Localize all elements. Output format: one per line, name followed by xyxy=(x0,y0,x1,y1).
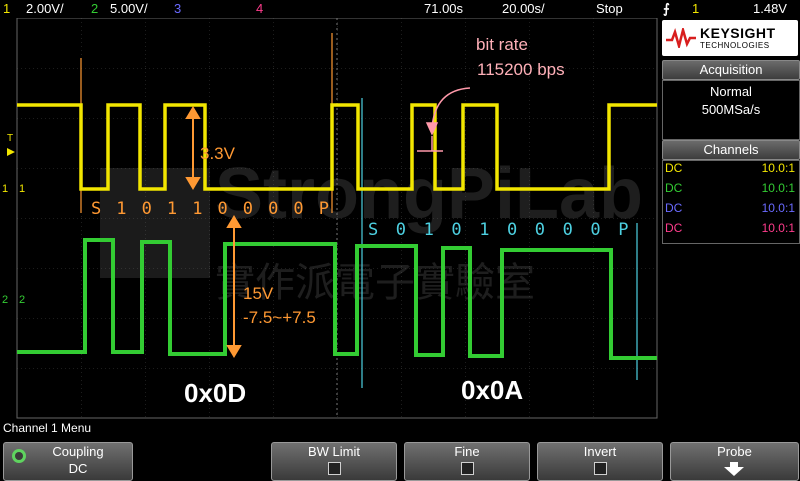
ch1-ground-label: 1 xyxy=(19,183,25,195)
ch1-ground-marker: 1 xyxy=(2,183,8,195)
ch1-scale[interactable]: 2.00V/ xyxy=(26,1,64,16)
ch3-probe: 10.0:1 xyxy=(761,201,795,215)
invert-checkbox[interactable] xyxy=(594,462,607,475)
rs232-range-label: -7.5~+7.5 xyxy=(243,308,316,327)
bw-limit-softkey[interactable]: BW Limit xyxy=(271,442,397,481)
ttl-bit-4: 1 xyxy=(192,199,202,219)
fine-label: Fine xyxy=(454,444,480,459)
bit-rate-value: 115200 bps xyxy=(477,60,565,79)
rs232-bit-7: 0 xyxy=(563,220,573,240)
ttl-bit-8: 0 xyxy=(293,199,303,219)
keysight-wave-icon xyxy=(666,28,696,48)
ch4-number[interactable]: 4 xyxy=(256,1,263,16)
ch2-number[interactable]: 2 xyxy=(91,1,98,16)
waveform-canvas: StrongPiLab 實作派電子實驗室 T 1 1 2 2 bit rate … xyxy=(0,17,660,420)
rs232-swing-label: 15V xyxy=(243,284,274,303)
ttl-bit-9: P xyxy=(319,199,329,219)
rs232-bit-8: 0 xyxy=(590,220,600,240)
bw-limit-checkbox[interactable] xyxy=(328,462,341,475)
brand-logo: KEYSIGHT TECHNOLOGIES xyxy=(662,20,798,56)
sample-rate: 500MSa/s xyxy=(701,102,761,117)
ch2-ground-label: 2 xyxy=(19,294,25,306)
menu-title: Channel 1 Menu xyxy=(3,421,92,435)
invert-softkey[interactable]: Invert xyxy=(537,442,663,481)
timebase-readout[interactable]: 20.00s/ xyxy=(502,1,545,16)
hex-value-2: 0x0A xyxy=(461,375,523,405)
fine-softkey[interactable]: Fine xyxy=(404,442,530,481)
rs232-bit-1: 0 xyxy=(396,220,406,240)
probe-label: Probe xyxy=(717,444,752,459)
ch4-probe: 10.0:1 xyxy=(761,221,795,235)
ch3-coupling: DC xyxy=(665,201,683,215)
trigger-level[interactable]: 1.48V xyxy=(753,1,787,16)
ttl-voltage-label: 3.3V xyxy=(200,144,236,163)
rs232-bit-4: 1 xyxy=(479,220,489,240)
coupling-label: Coupling xyxy=(52,444,104,459)
run-state: Stop xyxy=(596,1,623,16)
ttl-bit-5: 0 xyxy=(218,199,228,219)
acquisition-title[interactable]: Acquisition xyxy=(662,60,800,80)
submenu-arrow-icon xyxy=(724,462,744,476)
brand-name: KEYSIGHT xyxy=(700,25,776,41)
ttl-bit-2: 0 xyxy=(142,199,152,219)
ch2-ground-marker: 2 xyxy=(2,294,8,306)
ch4-coupling: DC xyxy=(665,221,683,235)
ttl-bit-1: 1 xyxy=(116,199,126,219)
ch2-coupling: DC xyxy=(665,181,683,195)
bw-limit-label: BW Limit xyxy=(308,444,360,459)
ttl-bit-0: S xyxy=(91,199,101,219)
acquisition-box: Normal 500MSa/s xyxy=(662,80,800,140)
ttl-bit-3: 1 xyxy=(167,199,177,219)
delay-readout[interactable]: 71.00s xyxy=(424,1,463,16)
ch1-probe: 10.0:1 xyxy=(761,161,795,175)
fine-checkbox[interactable] xyxy=(461,462,474,475)
rs232-bit-3: 0 xyxy=(451,220,461,240)
coupling-value: DC xyxy=(68,461,88,476)
ttl-bit-7: 0 xyxy=(268,199,278,219)
channels-box: DC 10.0:1 DC 10.0:1 DC 10.0:1 DC 10.0:1 xyxy=(662,160,800,244)
ch1-number[interactable]: 1 xyxy=(3,1,10,16)
rs232-bit-6: 0 xyxy=(535,220,545,240)
acquisition-mode: Normal xyxy=(710,84,752,99)
ttl-bit-6: 0 xyxy=(243,199,253,219)
ch3-number[interactable]: 3 xyxy=(174,1,181,16)
brand-subtitle: TECHNOLOGIES xyxy=(700,41,770,50)
probe-softkey[interactable]: Probe xyxy=(670,442,799,481)
channels-title[interactable]: Channels xyxy=(662,140,800,160)
trigger-source[interactable]: 1 xyxy=(692,1,699,16)
rs232-bit-5: 0 xyxy=(507,220,517,240)
coupling-softkey[interactable]: Coupling DC xyxy=(3,442,133,481)
bit-rate-label: bit rate xyxy=(476,35,528,54)
trigger-edge-icon: ⨍ xyxy=(663,1,670,16)
rs232-bit-9: P xyxy=(618,220,628,240)
side-panel: KEYSIGHT TECHNOLOGIES Acquisition Normal… xyxy=(660,18,800,420)
ch1-coupling: DC xyxy=(665,161,683,175)
ch2-probe: 10.0:1 xyxy=(761,181,795,195)
invert-label: Invert xyxy=(583,444,617,459)
waveform-display[interactable]: StrongPiLab 實作派電子實驗室 T 1 1 2 2 bit rate … xyxy=(0,17,660,420)
trigger-marker: T xyxy=(7,133,13,144)
rs232-bit-2: 1 xyxy=(424,220,434,240)
status-bar: 1 2.00V/ 2 5.00V/ 3 4 71.00s 20.00s/ Sto… xyxy=(0,0,800,18)
ch2-scale[interactable]: 5.00V/ xyxy=(110,1,148,16)
rs232-bit-0: S xyxy=(368,220,378,240)
hex-value-1: 0x0D xyxy=(184,378,246,408)
